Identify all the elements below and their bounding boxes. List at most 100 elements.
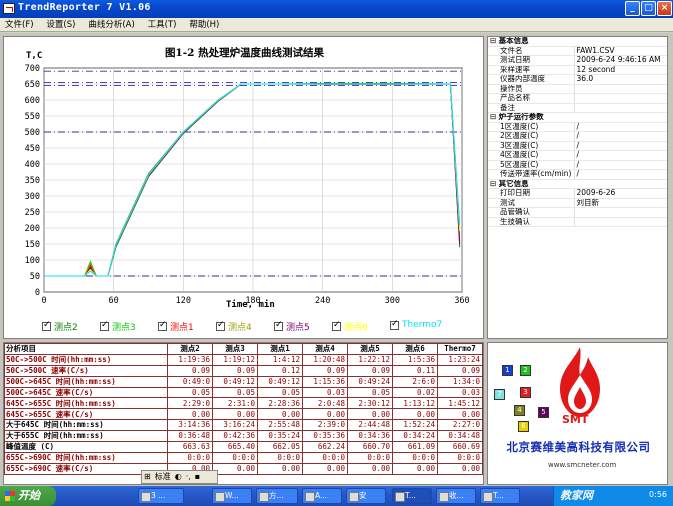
legend-item-point5[interactable]: 测点5 (274, 320, 310, 334)
info-row[interactable]: 仪器内部温度 36.0 (488, 74, 667, 85)
maximize-button[interactable]: □ (641, 1, 656, 16)
info-value[interactable] (574, 84, 667, 94)
info-section-header[interactable]: 炉子运行参数 (488, 112, 667, 123)
checkbox-icon[interactable] (274, 320, 283, 331)
taskbar-item[interactable]: 安 (346, 488, 386, 504)
menu-help[interactable]: 帮助(H) (184, 18, 224, 32)
flame-logo-icon (560, 347, 600, 417)
info-panel: 基本信息文件名FAW1.CSV测试日期2009-6-24 9:46:16 AM采… (487, 36, 668, 339)
info-row[interactable]: 4区温度(C) / (488, 150, 667, 161)
info-value[interactable]: FAW1.CSV (574, 46, 667, 56)
info-row[interactable]: 2区温度(C) / (488, 131, 667, 142)
info-row[interactable]: 产品名称 (488, 93, 667, 104)
info-value[interactable]: / (574, 169, 667, 180)
table-cell: 662.05 (257, 441, 303, 453)
taskbar-item[interactable]: A... (302, 488, 342, 504)
info-row[interactable]: 采样速率 12 second (488, 65, 667, 75)
ime-toolbar[interactable]: ⊞ 标准 ◐ ·, ▪ (141, 470, 218, 484)
info-value[interactable] (574, 217, 667, 227)
table-row: 500C->645C 速率(C/s) 0.05 0.05 0.05 0.03 0.05 0.… (4, 386, 483, 399)
checkbox-icon[interactable] (332, 320, 341, 331)
menu-settings[interactable]: 设置(S) (41, 18, 80, 32)
info-row[interactable]: 文件名 FAW1.CSV (488, 46, 667, 56)
info-row[interactable]: 操作员 (488, 84, 667, 94)
checkbox-icon[interactable] (158, 320, 167, 331)
checkbox-icon[interactable] (390, 319, 399, 330)
taskbar-item[interactable]: 收... (436, 488, 476, 504)
menu-curve-analysis[interactable]: 曲线分析(A) (83, 18, 139, 32)
info-section-header[interactable]: 其它信息 (488, 179, 667, 189)
table-cell: 662.24 (302, 441, 348, 453)
y-tick-label: 100 (25, 256, 40, 266)
info-row[interactable]: 测试日期 2009-6-24 9:46:16 AM (488, 55, 667, 66)
info-row[interactable]: 传送带速率(cm/min) / (488, 169, 667, 180)
table-cell: 1:13:12 (392, 397, 438, 410)
taskbar-item-active[interactable]: T... (392, 488, 432, 504)
table-cell: 661.09 (392, 441, 438, 453)
checkbox-icon[interactable] (42, 320, 51, 331)
checkbox-icon[interactable] (216, 320, 225, 331)
legend-item-thermo7[interactable]: Thermo7 (390, 319, 442, 334)
info-row[interactable]: 1区温度(C) / (488, 122, 667, 132)
table-cell: 0:35:36 (302, 430, 348, 443)
table-cell: 2:39:0 (302, 419, 348, 432)
table-row: 655C->690C 时间(hh:mm:ss) 0:0:0 0:0:0 0:0:0 0:… (4, 451, 483, 464)
legend-item-point6[interactable]: 测点6 (332, 320, 368, 334)
info-value[interactable]: / (574, 131, 667, 142)
taskbar-item[interactable]: 3 ... (138, 488, 184, 504)
checkbox-icon[interactable] (100, 320, 109, 331)
ime-mode[interactable]: 标准 (153, 471, 173, 483)
legend-item-point2[interactable]: 测点2 (42, 320, 78, 334)
table-row: 655C->690C 速率(C/s) 0.00 0.00 0.00 0.00 0.00 0.… (4, 462, 483, 475)
close-button[interactable]: × (657, 1, 672, 16)
table-row: 645C->655C 速率(C/s) 0.00 0.00 0.00 0.00 0.00 0.… (4, 408, 483, 421)
taskbar-item[interactable]: T... (480, 488, 520, 504)
legend-item-point1[interactable]: 测点1 (158, 320, 194, 334)
y-tick-label: 200 (25, 224, 40, 234)
menu-tools[interactable]: 工具(T) (143, 18, 182, 32)
info-value[interactable]: 刘目新 (574, 198, 667, 208)
info-value[interactable] (574, 93, 667, 104)
info-key: 操作员 (488, 84, 575, 94)
legend-item-point3[interactable]: 测点3 (100, 320, 136, 334)
row-label: 500C->645C 速率(C/s) (4, 386, 168, 399)
table-cell: 0.00 (257, 462, 303, 475)
info-value[interactable]: / (574, 160, 667, 170)
table-cell: 2:44:48 (347, 419, 393, 432)
ime-icon[interactable]: ⊞ (142, 471, 153, 483)
info-row[interactable]: 备注 (488, 103, 667, 113)
taskbar-item[interactable]: 方... (256, 488, 298, 504)
info-row[interactable]: 5区温度(C) / (488, 160, 667, 170)
info-row[interactable]: 打印日期 2009-6-26 (488, 188, 667, 199)
moon-icon[interactable]: ◐ (173, 471, 184, 483)
start-button[interactable]: 开始 (0, 486, 56, 506)
info-value[interactable]: / (574, 141, 667, 151)
column-header: 分析项目 (4, 343, 168, 355)
info-value[interactable]: 2009-6-26 (574, 188, 667, 199)
info-value[interactable]: 36.0 (574, 74, 667, 85)
info-value[interactable]: / (574, 150, 667, 161)
table-cell: 2:55:48 (257, 419, 303, 432)
info-row[interactable]: 品管确认 (488, 207, 667, 218)
info-value[interactable]: 2009-6-24 9:46:16 AM (574, 55, 667, 66)
table-cell: 0:42:36 (212, 430, 258, 443)
info-section-header[interactable]: 基本信息 (488, 37, 667, 47)
info-value[interactable] (574, 207, 667, 218)
info-value[interactable]: 12 second (574, 65, 667, 75)
info-value[interactable] (574, 103, 667, 113)
legend-item-point4[interactable]: 测点4 (216, 320, 252, 334)
info-row[interactable]: 测试 刘目新 (488, 198, 667, 208)
minimize-button[interactable]: _ (625, 1, 640, 16)
info-row[interactable]: 生技确认 (488, 217, 667, 227)
clock[interactable]: 0:56 (649, 490, 667, 499)
info-row[interactable]: 3区温度(C) / (488, 141, 667, 151)
y-tick-label: 700 (25, 64, 40, 74)
table-cell: 2:28:36 (257, 397, 303, 410)
table-cell: 0:49:12 (212, 375, 258, 388)
info-key: 生技确认 (488, 217, 575, 227)
taskbar-item[interactable]: W... (212, 488, 252, 504)
keyboard-icon[interactable]: ▪ (193, 471, 202, 483)
menu-file[interactable]: 文件(F) (0, 18, 39, 32)
info-value[interactable]: / (574, 122, 667, 132)
punctuation-icon[interactable]: ·, (184, 471, 193, 483)
